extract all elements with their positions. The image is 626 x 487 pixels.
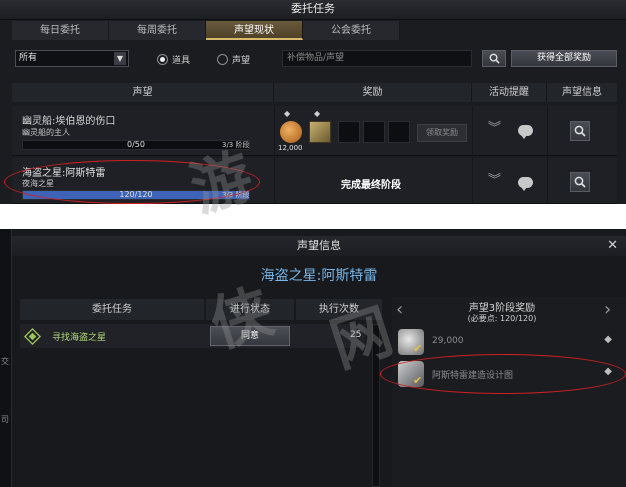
radio-reputation-label: 声望 [232,56,251,66]
search-icon [574,125,586,137]
reward-slot-empty [363,121,385,143]
radio-reputation[interactable]: 声望 [217,53,250,66]
reputation-info-button[interactable] [570,121,590,141]
reputation-name: 海盗之星:阿斯特雷 [22,168,106,179]
tab-daily[interactable]: 每日委托 [12,21,109,40]
column-reputation: 声望 [12,83,274,102]
radio-off-icon[interactable] [217,54,228,65]
stage-reward-label: 阿斯特雷建造设计图 [432,371,514,381]
reward-tier-icon: ◆ [314,109,321,118]
reputation-progress-text: 0/50 [127,140,145,149]
reputation-progress-text: 120/120 [119,190,153,199]
side-strip: 交 司 [0,229,12,487]
stage-indicator: 3/3 阶段 [222,191,250,199]
reputation-progress-bar: 0/50 [22,140,250,150]
chevron-right-icon[interactable]: › [604,299,611,320]
tab-guild[interactable]: 公会委托 [303,21,400,40]
tab-bar: 每日委托 每周委托 声望现状 公会委托 [12,21,400,40]
request-window: 委托任务 每日委托 每周委托 声望现状 公会委托 所有 ▼ 道具 声望 补偿物品… [0,0,626,204]
stage-requirement: (必要点: 120/120) [467,314,537,323]
category-select[interactable]: 所有 ▼ [15,50,129,67]
column-reputation-info: 声望信息 [562,87,602,98]
gold-coin-icon[interactable] [280,121,302,143]
reputation-info-button[interactable] [570,172,590,192]
reputation-title: 海盗之星:阿斯特雷 [260,268,378,284]
column-activity-reminder: 活动提醒 [472,83,547,102]
claim-all-button[interactable]: 获得全部奖励 [511,50,617,67]
column-divider [547,158,548,203]
column-count: 执行次数 [296,299,382,320]
filter-bar: 所有 ▼ 道具 声望 补偿物品/声望 获得全部奖励 [0,44,626,70]
chat-icon[interactable] [518,125,533,139]
column-reward: 奖励 [274,83,472,102]
table-row: 幽灵船:埃伯恩的伤口 幽灵船的主人 0/50 3/3 阶段 ◆ ◆ 12,000… [12,106,617,156]
reward-slot-empty [388,121,410,143]
reputation-info-window: 交 司 声望信息 ✕ 海盗之星:阿斯特雷 委托任务 进行状态 执行次数 寻找海盗… [0,229,626,487]
tab-reputation-status[interactable]: 声望现状 [206,21,303,40]
final-stage-label: 完成最终阶段 [341,180,401,191]
stage-reward-label: 29,000 [432,336,464,346]
search-placeholder: 补偿物品/声望 [287,53,345,63]
reward-count: 12,000 [278,144,303,152]
reputation-progress-bar: 120/120 [22,190,250,200]
double-chevron-down-icon[interactable]: ︾ [488,174,501,187]
side-strip-text: 司 [1,415,9,424]
column-divider [274,106,275,155]
reputation-name: 幽灵船:埃伯恩的伤口 [22,116,116,127]
claim-reward-button[interactable]: 领取奖励 [417,124,467,142]
column-divider [472,158,473,203]
quest-row[interactable]: 寻找海盗之星 同意 25 [20,324,365,348]
reward-slot-empty [338,121,360,143]
radio-items[interactable]: 道具 [157,53,190,66]
category-select-value: 所有 [19,53,38,63]
chevron-down-icon[interactable]: ▼ [114,52,126,65]
reputation-table-header: 声望 奖励 活动提醒 声望信息 [12,83,617,102]
reputation-subtitle: 幽灵船的主人 [22,128,70,137]
reward-tier-icon: ◆ [604,334,612,345]
reward-tier-icon: ◆ [284,109,291,118]
window-title: 声望信息 [12,236,626,256]
chat-icon[interactable] [518,177,533,191]
search-button[interactable] [482,50,506,67]
window-title: 委托任务 [0,0,626,20]
radio-items-label: 道具 [172,56,191,66]
table-row: 海盗之星:阿斯特雷 夜海之星 120/120 3/3 阶段 完成最终阶段 ︾ [12,158,617,204]
column-quest: 委托任务 [20,299,204,320]
chest-icon[interactable] [309,121,331,143]
execution-count: 25 [350,330,362,340]
check-icon: ✔ [413,342,423,355]
stage-reward-item[interactable]: ✔ 阿斯特雷建造设计图 ◆ [398,361,626,389]
stage-reward-panel: ‹ › 声望3阶段奖励 (必要点: 120/120) ✔ 29,000 ◆ ✔ … [392,297,626,487]
quest-diamond-icon [24,328,41,345]
reputation-subtitle: 夜海之星 [22,179,54,188]
side-strip-text: 交 [1,357,9,366]
close-icon[interactable]: ✕ [607,238,618,253]
agree-button[interactable]: 同意 [210,326,290,346]
reward-tier-icon: ◆ [604,366,612,377]
scrollbar[interactable] [372,324,380,487]
radio-on-icon[interactable] [157,54,168,65]
stage-indicator: 3/3 阶段 [222,141,250,149]
tab-weekly[interactable]: 每周委托 [109,21,206,40]
column-divider [274,158,275,203]
stage-reward-item[interactable]: ✔ 29,000 ◆ [398,329,626,357]
column-status: 进行状态 [206,299,294,320]
quest-name: 寻找海盗之星 [52,333,107,343]
column-divider [547,106,548,155]
search-icon [489,53,500,64]
double-chevron-down-icon[interactable]: ︾ [488,122,501,135]
column-divider [472,106,473,155]
check-icon: ✔ [413,374,423,387]
search-input[interactable]: 补偿物品/声望 [282,50,472,67]
search-icon [574,176,586,188]
stage-reward-title: 声望3阶段奖励 [468,303,536,314]
